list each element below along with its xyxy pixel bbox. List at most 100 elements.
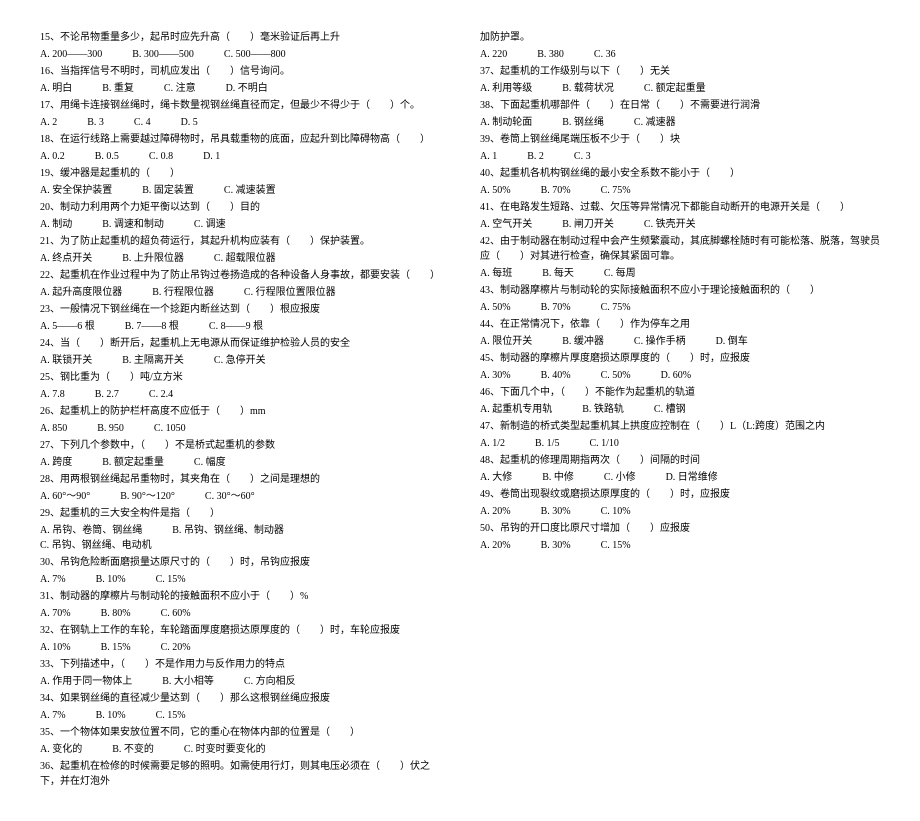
question-options: A. 每班B. 每天C. 每周 bbox=[480, 266, 880, 281]
option: C. 500——800 bbox=[224, 47, 286, 62]
option: C. 15% bbox=[601, 538, 631, 553]
option: A. 50% bbox=[480, 183, 511, 198]
option: C. 15% bbox=[156, 572, 186, 587]
option: C. 超载限位器 bbox=[214, 251, 276, 266]
question-options: A. 起升高度限位器 B. 行程限位器 C. 行程限位置限位器 bbox=[40, 285, 440, 300]
option: A. 50% bbox=[480, 300, 511, 315]
question-text: 24、当（ ）断开后，起重机上无电源从而保证维护检验人员的安全 bbox=[40, 336, 440, 351]
option: B. 大小相等 bbox=[162, 674, 214, 689]
question-options: A. 70%B. 80%C. 60% bbox=[40, 606, 440, 621]
question-text: 19、缓冲器是起重机的（ ） bbox=[40, 166, 440, 181]
option: B. 10% bbox=[96, 708, 126, 723]
page: 15、不论吊物重量多少，起吊时应先升高（ ）毫米验证后再上升A. 200——30… bbox=[0, 0, 920, 821]
option: A. 每班 bbox=[480, 266, 512, 281]
option: B. 3 bbox=[87, 115, 104, 130]
question-text: 15、不论吊物重量多少，起吊时应先升高（ ）毫米验证后再上升 bbox=[40, 30, 440, 45]
option: A. 30% bbox=[480, 368, 511, 383]
option: A. 大修 bbox=[480, 470, 512, 485]
option: A. 利用等级 bbox=[480, 81, 532, 96]
option: A. 制动 bbox=[40, 217, 72, 232]
option: A. 跨度 bbox=[40, 455, 72, 470]
option: A. 850 bbox=[40, 421, 67, 436]
question-options: A. 吊钩、卷筒、钢丝绳B. 吊钩、钢丝绳、制动器C. 吊钩、钢丝绳、电动机 bbox=[40, 523, 440, 553]
question-options: A. 30%B. 40%C. 50%D. 60% bbox=[480, 368, 880, 383]
option: D. 60% bbox=[661, 368, 692, 383]
option: C. 60% bbox=[161, 606, 191, 621]
option: B. 2.7 bbox=[95, 387, 119, 402]
question-options: A. 20%B. 30%C. 15% bbox=[480, 538, 880, 553]
right-column: 加防护罩。A. 220B. 380C. 3637、起重机的工作级别与以下（ ）无… bbox=[480, 30, 880, 791]
option: C. 幅度 bbox=[194, 455, 226, 470]
question-text: 26、起重机上的防护栏杆高度不应低于（ ）mm bbox=[40, 404, 440, 419]
question-text: 43、制动器摩檫片与制动轮的实际接触面积不应小于理论接触面积的（ ） bbox=[480, 283, 880, 298]
option: A. 起升高度限位器 bbox=[40, 285, 122, 300]
question-text: 17、用绳卡连接钢丝绳时，绳卡数量视钢丝绳直径而定，但最少不得少于（ ）个。 bbox=[40, 98, 440, 113]
option: A. 变化的 bbox=[40, 742, 82, 757]
option: C. 75% bbox=[601, 183, 631, 198]
option: A. 20% bbox=[480, 504, 511, 519]
option: A. 220 bbox=[480, 47, 507, 62]
option: B. 300——500 bbox=[132, 47, 194, 62]
question-text: 40、起重机各机构钢丝绳的最小安全系数不能小于（ ） bbox=[480, 166, 880, 181]
option: A. 作用于同一物体上 bbox=[40, 674, 132, 689]
option: A. 终点开关 bbox=[40, 251, 92, 266]
option: B. 行程限位器 bbox=[152, 285, 214, 300]
option: B. 40% bbox=[541, 368, 571, 383]
option: D. 5 bbox=[181, 115, 198, 130]
option: C. 操作手柄 bbox=[634, 334, 686, 349]
question-text: 36、起重机在检修的时候需要足够的照明。如需使用行灯，则其电压必须在（ ）伏之下… bbox=[40, 759, 440, 789]
option: C. 10% bbox=[601, 504, 631, 519]
option: B. 吊钩、钢丝绳、制动器 bbox=[172, 523, 284, 538]
option: A. 0.2 bbox=[40, 149, 65, 164]
question-text: 27、下列几个参数中，（ ）不是桥式起重机的参数 bbox=[40, 438, 440, 453]
question-text: 32、在钢轨上工作的车轮，车轮踏面厚度磨损达原厚度的（ ）时，车轮应报废 bbox=[40, 623, 440, 638]
question-options: A. 50%B. 70%C. 75% bbox=[480, 183, 880, 198]
question-options: A. 50%B. 70%C. 75% bbox=[480, 300, 880, 315]
option: A. 7% bbox=[40, 708, 66, 723]
option: A. 60°～90° bbox=[40, 489, 90, 504]
option: C. 75% bbox=[601, 300, 631, 315]
question-options: A. 起重机专用轨B. 铁路轨C. 槽钢 bbox=[480, 402, 880, 417]
option: A. 7% bbox=[40, 572, 66, 587]
option: D. 不明白 bbox=[226, 81, 268, 96]
question-options: A. 大修B. 中修C. 小修D. 日常维修 bbox=[480, 470, 880, 485]
question-text: 22、起重机在作业过程中为了防止吊钩过卷扬造成的各种设备人身事故，都要安装（ ） bbox=[40, 268, 440, 283]
option: A. 安全保护装置 bbox=[40, 183, 112, 198]
option: B. 调速和制动 bbox=[102, 217, 164, 232]
question-options: A. 7.8B. 2.7C. 2.4 bbox=[40, 387, 440, 402]
option: A. 1 bbox=[480, 149, 497, 164]
option: C. 方向相反 bbox=[244, 674, 296, 689]
option: C. 行程限位置限位器 bbox=[244, 285, 336, 300]
left-column: 15、不论吊物重量多少，起吊时应先升高（ ）毫米验证后再上升A. 200——30… bbox=[40, 30, 440, 791]
option: A. 起重机专用轨 bbox=[480, 402, 552, 417]
question-options: A. 2 B. 3 C. 4 D. 5 bbox=[40, 115, 440, 130]
option: A. 明白 bbox=[40, 81, 72, 96]
option: A. 2 bbox=[40, 115, 57, 130]
option: C. 0.8 bbox=[149, 149, 173, 164]
option: B. 闸刀开关 bbox=[562, 217, 614, 232]
option: C. 30°～60° bbox=[205, 489, 255, 504]
question-text: 39、卷筒上钢丝绳尾端压板不少于（ ）块 bbox=[480, 132, 880, 147]
option: C. 4 bbox=[134, 115, 151, 130]
question-text: 37、起重机的工作级别与以下（ ）无关 bbox=[480, 64, 880, 79]
option: B. 30% bbox=[541, 504, 571, 519]
question-text: 25、钢比重为（ ）吨/立方米 bbox=[40, 370, 440, 385]
question-options: A. 7%B. 10%C. 15% bbox=[40, 572, 440, 587]
question-options: A. 850B. 950C. 1050 bbox=[40, 421, 440, 436]
question-options: A. 60°～90°B. 90°～120°C. 30°～60° bbox=[40, 489, 440, 504]
question-options: A. 20% B. 30% C. 10% bbox=[480, 504, 880, 519]
option: B. 0.5 bbox=[95, 149, 119, 164]
option: C. 小修 bbox=[604, 470, 636, 485]
option: B. 7——8 根 bbox=[125, 319, 179, 334]
question-text: 加防护罩。 bbox=[480, 30, 880, 45]
question-options: A. 限位开关B. 缓冲器C. 操作手柄D. 倒车 bbox=[480, 334, 880, 349]
option: B. 1/5 bbox=[535, 436, 559, 451]
option: C. 减速装置 bbox=[224, 183, 276, 198]
question-text: 31、制动器的摩檫片与制动轮的接触面积不应小于（ ）% bbox=[40, 589, 440, 604]
option: C. 额定起重量 bbox=[644, 81, 706, 96]
option: B. 30% bbox=[541, 538, 571, 553]
question-text: 48、起重机的修理周期指两次（ ）间隔的时间 bbox=[480, 453, 880, 468]
question-options: A. 明白B. 重复C. 注意D. 不明白 bbox=[40, 81, 440, 96]
option: A. 吊钩、卷筒、钢丝绳 bbox=[40, 523, 142, 538]
option: C. 1/10 bbox=[589, 436, 618, 451]
